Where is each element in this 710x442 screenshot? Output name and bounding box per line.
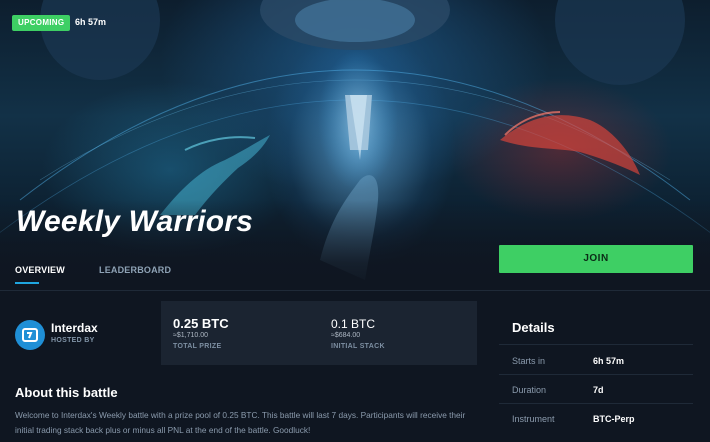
about-heading: About this battle xyxy=(15,385,118,400)
section-divider xyxy=(0,290,710,291)
tab-overview[interactable]: OVERVIEW xyxy=(15,265,65,284)
interdax-logo-icon xyxy=(22,328,38,342)
tab-leaderboard-label: LEADERBOARD xyxy=(99,265,172,275)
details-divider xyxy=(499,403,693,404)
detail-starts-in-value: 6h 57m xyxy=(593,356,625,366)
details-heading: Details xyxy=(512,320,555,335)
stats-panel: 0.25 BTC ≈$1,710.00 TOTAL PRIZE 0.1 BTC … xyxy=(161,301,477,365)
host-label: HOSTED BY xyxy=(51,337,95,344)
total-prize-value: 0.25 BTC xyxy=(173,316,229,331)
initial-stack-value: 0.1 BTC xyxy=(331,317,376,331)
total-prize-usd: ≈$1,710.00 xyxy=(173,332,208,339)
tab-leaderboard[interactable]: LEADERBOARD xyxy=(99,265,171,275)
details-divider xyxy=(499,344,693,345)
initial-stack-label: INITIAL STACK xyxy=(331,343,385,350)
details-divider xyxy=(499,374,693,375)
total-prize-label: TOTAL PRIZE xyxy=(173,343,222,350)
active-tab-indicator xyxy=(15,282,39,284)
initial-stack-usd: ≈$684.00 xyxy=(331,332,361,339)
detail-instrument-label: Instrument xyxy=(512,414,555,424)
status-badge: UPCOMING xyxy=(12,15,71,31)
detail-duration-label: Duration xyxy=(512,385,547,395)
about-description: Welcome to Interdax's Weekly battle with… xyxy=(15,410,466,435)
tab-overview-label: OVERVIEW xyxy=(15,265,65,275)
page-title: Weekly Warriors xyxy=(16,205,254,238)
host-avatar xyxy=(15,320,45,350)
detail-instrument-value: BTC-Perp xyxy=(593,414,635,424)
detail-starts-in-label: Starts in xyxy=(512,356,546,366)
countdown-timer: 6h 57m xyxy=(75,17,107,27)
detail-duration-value: 7d xyxy=(593,385,604,395)
host-name: Interdax xyxy=(51,321,98,335)
join-button[interactable]: JOIN xyxy=(499,245,693,273)
